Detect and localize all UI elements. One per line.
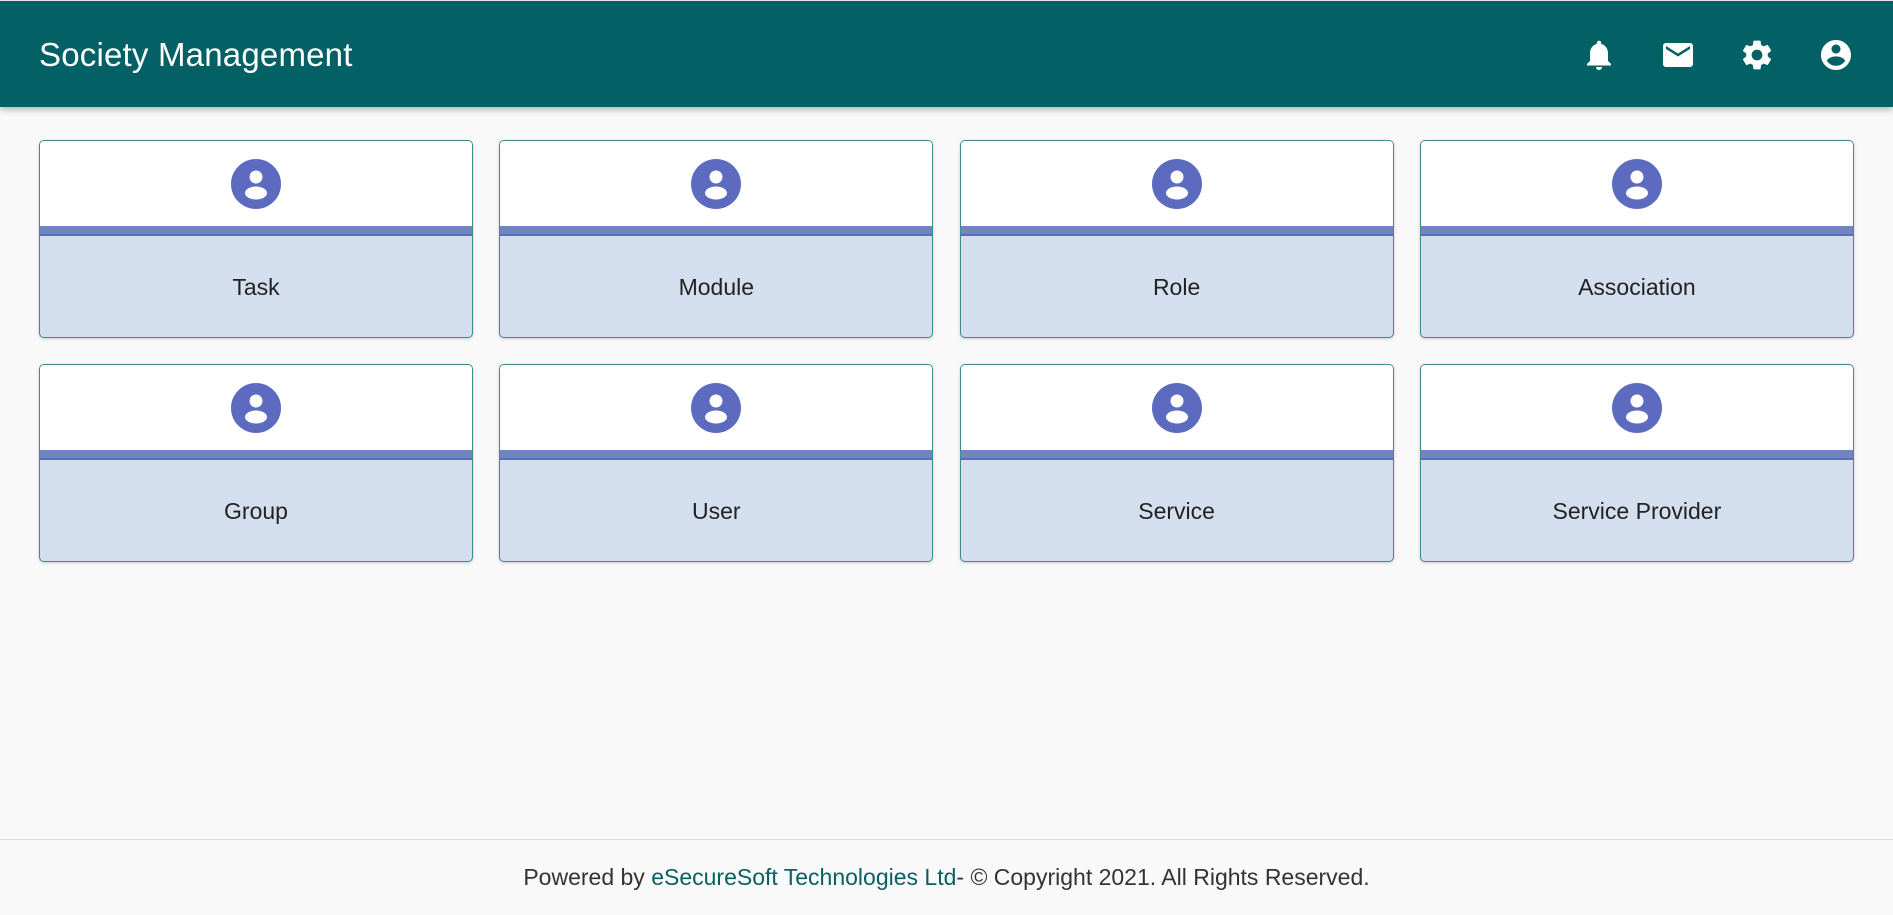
account-circle-icon: [1151, 382, 1202, 433]
tile-task[interactable]: Task: [39, 140, 473, 338]
header-actions: [1581, 1, 1854, 108]
company-link[interactable]: eSecureSoft Technologies Ltd: [651, 864, 956, 891]
tile-group[interactable]: Group: [39, 364, 473, 562]
tile-association[interactable]: Association: [1419, 140, 1854, 338]
app-title: Society Management: [39, 36, 353, 73]
mail-icon[interactable]: [1660, 37, 1696, 73]
tile-divider: [960, 226, 1393, 236]
tile-label: Group: [224, 498, 288, 524]
tile-service-provider[interactable]: Service Provider: [1419, 364, 1854, 562]
tile-icon-area: [960, 365, 1393, 450]
tile-role[interactable]: Role: [959, 140, 1394, 338]
page-footer: Powered by eSecureSoft Technologies Ltd …: [0, 839, 1893, 915]
tile-divider: [500, 226, 933, 236]
tile-label: Task: [232, 274, 280, 300]
tile-icon-area: [40, 365, 472, 450]
app-header: Society Management: [0, 0, 1893, 107]
tile-label: Module: [678, 274, 755, 300]
tile-label: Association: [1578, 274, 1696, 300]
account-circle-icon: [1611, 158, 1662, 209]
tile-divider: [1420, 226, 1853, 236]
tile-label: User: [692, 498, 741, 524]
gear-icon[interactable]: [1739, 37, 1775, 73]
account-circle-icon: [1151, 158, 1202, 209]
tile-module[interactable]: Module: [499, 140, 934, 338]
tile-label: Service: [1138, 498, 1215, 524]
module-grid: Task Module Role Association Group User: [39, 140, 1854, 562]
account-circle-icon[interactable]: [1818, 37, 1854, 73]
tile-label: Role: [1152, 274, 1201, 300]
tile-divider: [40, 450, 472, 460]
tile-icon-area: [1420, 141, 1853, 226]
tile-icon-area: [500, 141, 933, 226]
tile-label: Service Provider: [1552, 498, 1722, 524]
tile-divider: [1420, 450, 1853, 460]
tile-service[interactable]: Service: [959, 364, 1394, 562]
account-circle-icon: [1611, 382, 1662, 433]
tile-divider: [500, 450, 933, 460]
tile-divider: [960, 450, 1393, 460]
copyright-text: - © Copyright 2021. All Rights Reserved.: [956, 864, 1370, 890]
tile-icon-area: [1420, 365, 1853, 450]
tile-icon-area: [500, 365, 933, 450]
tile-divider: [40, 226, 472, 236]
account-circle-icon: [691, 158, 742, 209]
account-circle-icon: [691, 382, 742, 433]
tile-icon-area: [40, 141, 472, 226]
bell-icon[interactable]: [1581, 37, 1617, 73]
footer-prefix: Powered by: [523, 864, 652, 890]
account-circle-icon: [231, 382, 281, 433]
account-circle-icon: [231, 158, 281, 209]
tile-icon-area: [960, 141, 1393, 226]
tile-user[interactable]: User: [499, 364, 934, 562]
